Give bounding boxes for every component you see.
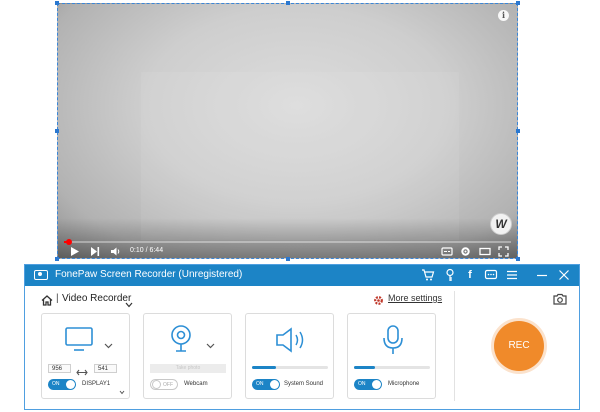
display-card: 956 541 ON DISPLAY1 bbox=[41, 313, 130, 399]
resize-handle-right[interactable] bbox=[516, 129, 520, 133]
mode-separator: | bbox=[56, 293, 59, 304]
width-input[interactable]: 956 bbox=[48, 364, 71, 373]
rec-button[interactable]: REC bbox=[494, 321, 544, 371]
toggle-state: ON bbox=[358, 381, 366, 387]
cart-icon[interactable] bbox=[421, 268, 435, 282]
height-input[interactable]: 541 bbox=[94, 364, 117, 373]
display-chevron-down-icon[interactable] bbox=[104, 336, 113, 354]
system-volume-slider[interactable] bbox=[252, 366, 328, 369]
webcam-toggle[interactable]: OFF bbox=[150, 379, 178, 390]
more-settings-link[interactable]: More settings bbox=[388, 293, 442, 303]
system-sound-card: ON System Sound bbox=[245, 313, 334, 399]
recording-area-preview[interactable]: i W 0:10 / 6:44 bbox=[57, 3, 518, 259]
divider bbox=[454, 291, 455, 401]
key-icon[interactable] bbox=[443, 268, 457, 282]
take-photo-button[interactable]: Take photo bbox=[150, 364, 226, 373]
volume-icon[interactable] bbox=[110, 246, 122, 257]
resize-handle-bottom-right[interactable] bbox=[516, 257, 520, 261]
resize-handle-bottom[interactable] bbox=[286, 257, 290, 261]
webcam-icon[interactable] bbox=[168, 324, 194, 359]
gear-icon[interactable] bbox=[373, 293, 384, 311]
link-ratio-icon[interactable] bbox=[76, 364, 88, 382]
menu-icon[interactable] bbox=[505, 268, 519, 282]
slider-fill bbox=[252, 366, 277, 369]
monitor-icon[interactable] bbox=[64, 326, 94, 357]
captions-icon[interactable] bbox=[441, 246, 453, 257]
resize-handle-top[interactable] bbox=[286, 1, 290, 5]
microphone-toggle[interactable]: ON bbox=[354, 379, 382, 390]
app-logo-icon bbox=[34, 270, 48, 280]
speaker-icon[interactable] bbox=[274, 326, 308, 359]
window-title: FonePaw Screen Recorder (Unregistered) bbox=[55, 269, 243, 280]
display-source-select[interactable]: DISPLAY1 bbox=[82, 381, 110, 387]
theater-icon[interactable] bbox=[479, 246, 491, 257]
resize-handle-bottom-left[interactable] bbox=[55, 257, 59, 261]
settings-icon[interactable] bbox=[460, 246, 471, 257]
display-toggle[interactable]: ON bbox=[48, 379, 76, 390]
resize-handle-top-left[interactable] bbox=[55, 1, 59, 5]
info-icon[interactable]: i bbox=[498, 10, 509, 21]
fullscreen-icon[interactable] bbox=[498, 246, 509, 257]
recorder-window: FonePaw Screen Recorder (Unregistered) f… bbox=[24, 264, 580, 410]
webcam-card: Take photo OFF Webcam bbox=[143, 313, 232, 399]
toggle-knob bbox=[152, 380, 161, 389]
title-bar[interactable]: FonePaw Screen Recorder (Unregistered) f bbox=[25, 265, 579, 286]
toggle-state: ON bbox=[256, 381, 264, 387]
microphone-icon[interactable] bbox=[382, 324, 404, 361]
next-icon[interactable] bbox=[90, 246, 100, 257]
toggle-state: ON bbox=[52, 381, 60, 387]
microphone-card: ON Microphone bbox=[347, 313, 436, 399]
webcam-label: Webcam bbox=[184, 381, 208, 387]
facebook-icon[interactable]: f bbox=[463, 268, 477, 282]
chevron-down-icon[interactable] bbox=[125, 295, 133, 313]
resize-handle-top-right[interactable] bbox=[516, 1, 520, 5]
mode-selector[interactable]: Video Recorder bbox=[62, 293, 131, 304]
mode-toolbar: | Video Recorder More settings bbox=[25, 286, 454, 308]
source-chevron-down-icon[interactable] bbox=[119, 382, 125, 400]
slider-fill bbox=[354, 366, 376, 369]
home-icon[interactable] bbox=[41, 293, 53, 311]
video-frame bbox=[141, 72, 459, 240]
minimize-icon[interactable] bbox=[535, 268, 549, 282]
toggle-knob bbox=[372, 380, 381, 389]
video-progress-bar[interactable] bbox=[64, 239, 511, 245]
toggle-knob bbox=[270, 380, 279, 389]
toggle-knob bbox=[66, 380, 75, 389]
system-sound-toggle[interactable]: ON bbox=[252, 379, 280, 390]
video-time: 0:10 / 6:44 bbox=[130, 247, 164, 254]
resize-handle-left[interactable] bbox=[55, 129, 59, 133]
play-icon[interactable] bbox=[70, 246, 80, 257]
channel-logo: W bbox=[490, 213, 512, 235]
webcam-chevron-down-icon[interactable] bbox=[206, 336, 215, 354]
microphone-label: Microphone bbox=[388, 381, 420, 387]
feedback-icon[interactable] bbox=[484, 268, 498, 282]
system-sound-label: System Sound bbox=[284, 381, 324, 387]
toggle-state: OFF bbox=[163, 382, 173, 388]
close-icon[interactable] bbox=[557, 268, 571, 282]
camera-icon[interactable] bbox=[553, 292, 567, 310]
microphone-volume-slider[interactable] bbox=[354, 366, 430, 369]
